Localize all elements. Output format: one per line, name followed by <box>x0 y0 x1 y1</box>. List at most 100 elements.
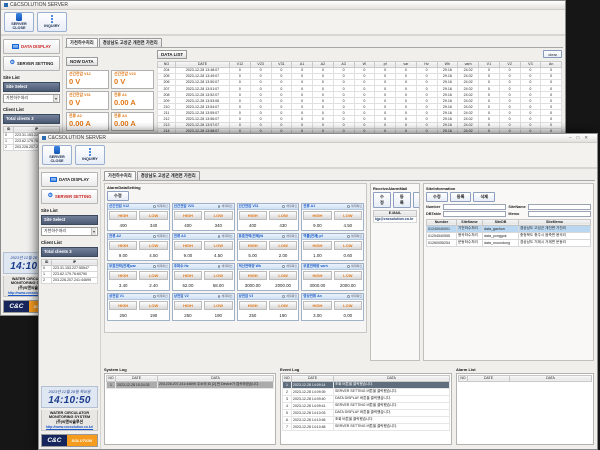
event-log-row[interactable]: 3 2023-12-28 14:09:40 DATA DISPLAY 버튼을 클… <box>283 395 450 402</box>
radio-icon[interactable] <box>347 235 350 238</box>
high-threshold-value[interactable]: 400 <box>238 221 268 230</box>
memo-field-input[interactable] <box>528 211 591 217</box>
dbtable-field-input[interactable] <box>443 211 506 217</box>
data-display-button[interactable]: DATA DISPLAY <box>3 39 60 54</box>
radio-icon[interactable] <box>153 205 156 208</box>
radio-icon[interactable] <box>218 295 221 298</box>
radio-icon[interactable] <box>347 205 350 208</box>
client-row[interactable]: 2 203.226.207.241:44699 <box>42 277 98 283</box>
low-threshold-value[interactable]: 340 <box>138 221 168 230</box>
clear-button[interactable]: clear <box>543 50 562 58</box>
low-threshold-value[interactable]: 190 <box>268 311 298 320</box>
release-confirm-option[interactable]: 해제확인 <box>218 264 233 268</box>
high-threshold-value[interactable]: 9.00 <box>173 251 203 260</box>
system-log-row[interactable]: 1 2023-12-28 10:24:33 203.226.207.241:44… <box>107 381 274 388</box>
event-log-row[interactable]: 4 2023-12-28 14:09:41 SERVER SETTING 버튼을… <box>283 402 450 409</box>
site-row[interactable]: 01240040001 가천하수처리 data_gachon 경상남도 고성군 … <box>427 225 591 232</box>
release-confirm-option[interactable]: 해제확인 <box>282 204 297 208</box>
high-threshold-value[interactable]: 9.00 <box>302 221 332 230</box>
low-threshold-value[interactable]: 4.50 <box>333 221 363 230</box>
radio-icon[interactable] <box>282 205 285 208</box>
low-threshold-value[interactable]: 340 <box>203 221 233 230</box>
server-setting-button[interactable]: ⚙ SERVER SETTING <box>41 189 98 204</box>
titlebar[interactable]: C&CSOLUTION SERVER – □ ✕ <box>39 134 597 143</box>
low-threshold-value[interactable]: 0.00 <box>333 311 363 320</box>
radio-icon[interactable] <box>218 205 221 208</box>
high-threshold-value[interactable]: 5.00 <box>238 251 268 260</box>
email-row[interactable]: kjp@cncsolution.co.kr <box>374 216 417 222</box>
high-threshold-value[interactable]: 3000.00 <box>238 281 268 290</box>
titlebar[interactable]: C&CSOLUTION SERVER <box>1 1 565 10</box>
chevron-down-icon[interactable]: ▾ <box>91 228 96 235</box>
site-edit-button[interactable]: 수정 <box>426 192 448 202</box>
radio-icon[interactable] <box>282 265 285 268</box>
release-confirm-option[interactable]: 해제확인 <box>347 234 362 238</box>
company-link[interactable]: http://www.cncsolution.co.kr/ <box>42 425 97 429</box>
high-threshold-value[interactable]: 9.00 <box>108 251 138 260</box>
high-threshold-value[interactable]: 1.00 <box>302 251 332 260</box>
site-select-dropdown[interactable]: 가천하수처리 ▾ <box>41 227 98 236</box>
release-confirm-option[interactable]: 해제확인 <box>347 264 362 268</box>
site-register-button[interactable]: 등록 <box>450 192 472 202</box>
minimize-button[interactable]: – <box>569 135 572 141</box>
release-confirm-option[interactable]: 해제확인 <box>282 234 297 238</box>
site-row[interactable]: 01260055254 문동하수처리 data_moondong 경상남도 거제… <box>427 239 591 246</box>
radio-icon[interactable] <box>153 265 156 268</box>
low-threshold-value[interactable]: 190 <box>203 311 233 320</box>
chevron-down-icon[interactable]: ▾ <box>53 95 58 102</box>
low-threshold-value[interactable]: 2.40 <box>138 281 168 290</box>
release-confirm-option[interactable]: 해제확인 <box>153 294 168 298</box>
radio-icon[interactable] <box>347 295 350 298</box>
radio-icon[interactable] <box>153 235 156 238</box>
high-threshold-value[interactable]: 62.00 <box>173 281 203 290</box>
tab-site-name[interactable]: 가천하수처리 <box>66 38 98 47</box>
low-threshold-value[interactable]: 4.50 <box>138 251 168 260</box>
event-log-row[interactable]: 6 2023-12-28 14:10:46 조회 버튼을 클릭했습니다. <box>283 416 450 423</box>
number-field-input[interactable] <box>443 204 506 210</box>
sitename-field-input[interactable] <box>528 204 591 210</box>
data-display-button[interactable]: DATA DISPLAY <box>41 172 98 187</box>
close-button[interactable]: ✕ <box>584 135 588 141</box>
inquiry-button[interactable]: INQUIRY <box>37 12 67 32</box>
tab-site-address[interactable]: 경상남도 고성군 개천면 가천리 <box>99 38 162 47</box>
tab-site-name[interactable]: 가천하수처리 <box>104 171 136 180</box>
high-threshold-value[interactable]: 3.00 <box>302 311 332 320</box>
radio-icon[interactable] <box>282 295 285 298</box>
event-log-row[interactable]: 7 2023-12-28 14:10:48 SERVER SETTING 버튼을… <box>283 423 450 430</box>
server-setting-button[interactable]: ⚙ SERVER SETTING <box>3 56 60 71</box>
server-close-button[interactable]: SERVER CLOSE <box>4 12 34 32</box>
release-confirm-option[interactable]: 해제확인 <box>347 204 362 208</box>
tab-site-address[interactable]: 경상남도 고성군 개천면 가천리 <box>137 171 200 180</box>
inquiry-button[interactable]: INQUIRY <box>75 145 105 165</box>
low-threshold-value[interactable]: 2.00 <box>268 251 298 260</box>
site-delete-button[interactable]: 삭제 <box>473 192 495 202</box>
low-threshold-value[interactable]: 58.00 <box>203 281 233 290</box>
release-confirm-option[interactable]: 해제확인 <box>282 264 297 268</box>
low-threshold-value[interactable]: 2000.00 <box>268 281 298 290</box>
high-threshold-value[interactable]: 3.40 <box>108 281 138 290</box>
release-confirm-option[interactable]: 해제확인 <box>218 294 233 298</box>
mail-edit-button[interactable]: 수정 <box>373 192 391 208</box>
release-confirm-option[interactable]: 해제확인 <box>218 234 233 238</box>
radio-icon[interactable] <box>282 235 285 238</box>
release-confirm-option[interactable]: 해제확인 <box>218 204 233 208</box>
low-threshold-value[interactable]: 190 <box>138 311 168 320</box>
release-confirm-option[interactable]: 해제확인 <box>347 294 362 298</box>
low-threshold-value[interactable]: 0.60 <box>333 251 363 260</box>
high-threshold-value[interactable]: 3000.00 <box>302 281 332 290</box>
site-row[interactable]: 01254540555 용곡하수처리 data_yonggok 충청북도 충주시… <box>427 232 591 239</box>
alarm-edit-button[interactable]: 수정 <box>107 191 129 201</box>
radio-icon[interactable] <box>347 265 350 268</box>
low-threshold-value[interactable]: 430 <box>268 221 298 230</box>
radio-icon[interactable] <box>218 265 221 268</box>
event-log-row[interactable]: 5 2023-12-28 14:10:03 DATA DISPLAY 버튼을 클… <box>283 409 450 416</box>
mail-register-button[interactable]: 등록 <box>393 192 411 208</box>
maximize-button[interactable]: □ <box>577 135 580 141</box>
release-confirm-option[interactable]: 해제확인 <box>153 234 168 238</box>
radio-icon[interactable] <box>218 235 221 238</box>
release-confirm-option[interactable]: 해제확인 <box>153 204 168 208</box>
server-close-button[interactable]: SERVER CLOSE <box>42 145 72 165</box>
release-confirm-option[interactable]: 해제확인 <box>282 294 297 298</box>
event-log-row[interactable]: 2 2023-12-28 14:09:39 SERVER SETTING 버튼을… <box>283 388 450 395</box>
event-log-row[interactable]: 1 2023-12-28 14:09:14 조회 버튼을 클릭했습니다. <box>283 381 450 388</box>
